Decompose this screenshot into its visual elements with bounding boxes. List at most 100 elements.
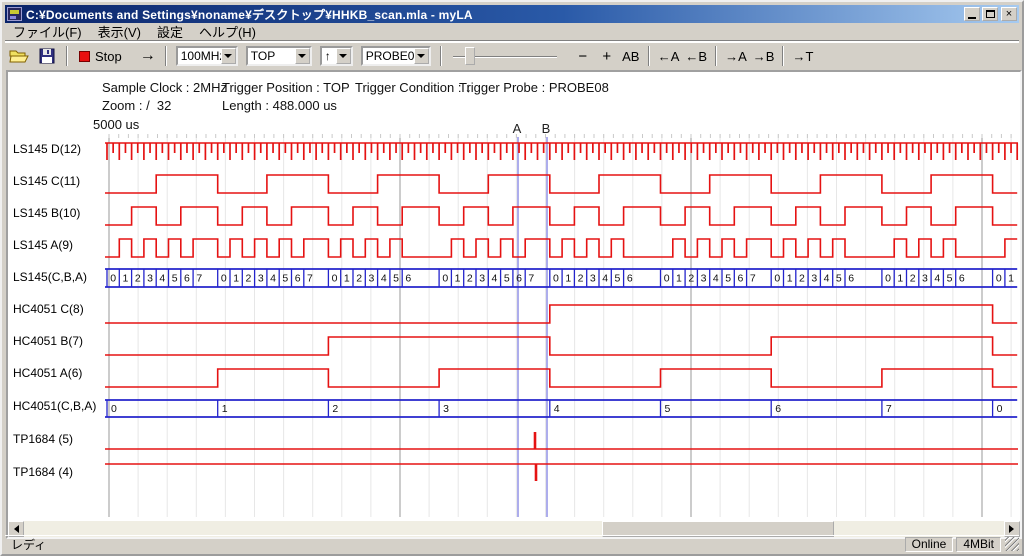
menu-settings[interactable]: 設定 [149,21,191,42]
zoom-ab-button[interactable]: AB [619,46,643,67]
toolbar-separator [66,46,68,66]
bus-cell-value: 0 [774,273,780,285]
bus-cell-value: 6 [295,273,301,285]
goto-marker-a-left-button[interactable]: ←A [655,46,683,67]
bus-cell-value: 5 [393,273,399,285]
waveform-trace [105,207,1017,225]
maximize-icon [986,10,995,18]
bus-cell-value: 1 [222,403,228,415]
status-bar: レディ Online 4MBit [5,535,1019,552]
channel-label: HC4051(C,B,A) [13,399,96,413]
bus-cell-value: 6 [848,273,854,285]
bus-cell-value: 1 [455,273,461,285]
menu-file[interactable]: ファイル(F) [5,21,90,42]
sample-clock-combo[interactable]: 100MHz [176,46,238,66]
zoom-in-button[interactable]: + [595,46,619,67]
bus-cell-value: 3 [147,273,153,285]
bus-cell-value: 2 [467,273,473,285]
bus-cell-value: 6 [738,273,744,285]
channel-label: LS145 A(9) [13,238,73,252]
toolbar-separator [782,46,784,66]
bus-cell-value: 7 [750,273,756,285]
stop-button[interactable]: Stop [73,46,128,67]
bus-cell-value: 2 [135,273,141,285]
bus-cell-value: 0 [111,403,117,415]
toolbar-separator [715,46,717,66]
trigger-position-combo[interactable]: TOP [246,46,312,66]
maximize-button[interactable] [982,7,998,21]
zoom-out-button[interactable]: − [571,46,595,67]
zoom-slider-handle[interactable] [465,47,475,65]
bus-cell-value: 4 [492,273,498,285]
bus-cell-value: 4 [554,403,560,415]
channel-label: TP1684 (5) [13,432,73,446]
trigger-edge-combo[interactable]: ↑ [320,46,353,66]
bus-cell-value: 3 [258,273,264,285]
menu-view[interactable]: 表示(V) [90,21,149,42]
open-file-button[interactable] [7,46,31,67]
bus-cell-value: 0 [996,273,1002,285]
zoom-slider[interactable] [453,46,557,67]
bus-cell-value: 3 [922,273,928,285]
bus-cell-value: 5 [172,273,178,285]
waveform-trace [105,369,1017,387]
bus-cell-value: 5 [615,273,621,285]
minimize-icon [968,17,976,19]
bus-cell-value: 3 [369,273,375,285]
app-icon [7,7,22,21]
bus-cell-value: 1 [1008,273,1014,285]
dropdown-arrow-icon[interactable] [414,48,429,64]
run-button[interactable]: → [136,46,160,67]
bus-cell-value: 0 [110,273,116,285]
bus-cell-value: 0 [221,273,227,285]
goto-marker-b-right-button[interactable]: →B [750,46,778,67]
bus-cell-value: 3 [811,273,817,285]
waveform-trace [105,305,1017,323]
trigger-probe-combo[interactable]: PROBE00 [361,46,431,66]
trigger-position-value: TOP [248,49,295,63]
bus-cell-value: 4 [602,273,608,285]
close-button[interactable]: × [1001,7,1017,21]
waveform-trace [105,337,1017,355]
bus-cell-value: 1 [787,273,793,285]
dropdown-arrow-icon[interactable] [221,48,236,64]
menu-help[interactable]: ヘルプ(H) [191,21,264,42]
bus-cell-value: 0 [997,403,1003,415]
dropdown-arrow-icon[interactable] [295,48,310,64]
save-button[interactable] [35,46,59,67]
bus-cell-value: 0 [553,273,559,285]
bus-cell-value: 6 [405,273,411,285]
goto-trigger-button[interactable]: →T [789,46,816,67]
marker-label-a: A [513,121,522,136]
sample-clock-value: 100MHz [178,49,221,63]
goto-marker-b-left-button[interactable]: ←B [682,46,710,67]
channel-label: LS145 B(10) [13,206,80,220]
waveform-plot[interactable]: AB5000 us0123456701234567012345601234567… [8,72,1020,522]
bus-cell-value: 7 [307,273,313,285]
bus-cell-value: 6 [959,273,965,285]
bus-cell-value: 7 [196,273,202,285]
bus-cell-value: 1 [123,273,129,285]
stop-icon [79,51,90,62]
bus-cell-value: 3 [701,273,707,285]
toolbar-separator [440,46,442,66]
goto-marker-a-right-button[interactable]: →A [722,46,750,67]
bus-cell-value: 2 [799,273,805,285]
minimize-button[interactable] [964,7,980,21]
bus-cell-value: 6 [627,273,633,285]
bus-cell-value: 4 [713,273,719,285]
tool-bar: Stop → 100MHz TOP ↑ PROBE00 − + AB ←A ←B [5,42,1019,69]
dropdown-arrow-icon[interactable] [336,48,351,64]
bus-cell-value: 6 [516,273,522,285]
bus-cell-value: 5 [504,273,510,285]
left-arrow-icon [10,525,19,533]
bus-cell-value: 5 [947,273,953,285]
bus-cell-value: 1 [676,273,682,285]
waveform-panel: Sample Clock : 2MHz Zoom : / 32 Trigger … [6,70,1022,539]
channel-label: LS145 C(11) [13,174,80,188]
toolbar-separator [165,46,167,66]
resize-grip[interactable] [1005,537,1019,551]
bus-cell-value: 3 [479,273,485,285]
bus-cell-value: 5 [282,273,288,285]
bus-cell-value: 0 [664,273,670,285]
